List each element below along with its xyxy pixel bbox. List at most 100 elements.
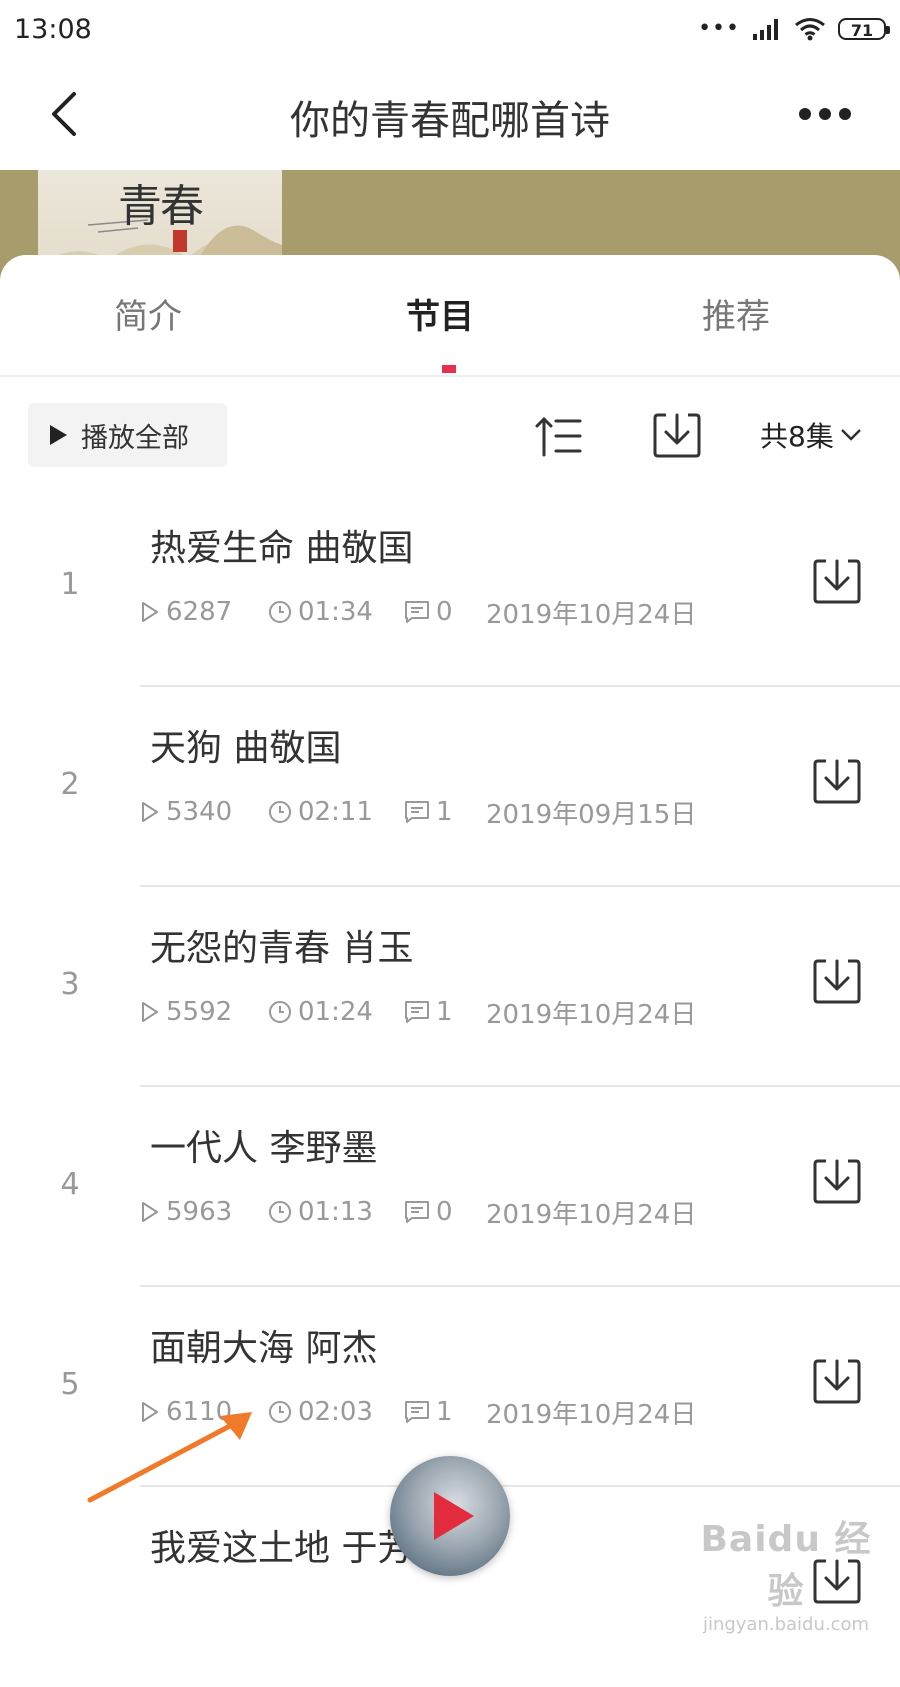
tab-intro[interactable]: 简介: [48, 289, 248, 338]
annotation-arrow: [87, 1412, 252, 1503]
status-time: 13:08: [14, 14, 92, 45]
episode-count-dropdown[interactable]: 共8集: [760, 415, 862, 455]
play-count: 5340: [140, 797, 268, 827]
status-icons: ••• 71: [698, 16, 890, 41]
duration-value: 02:03: [298, 1397, 373, 1427]
play-all-button[interactable]: 播放全部: [28, 403, 227, 467]
episode-number: [40, 1483, 100, 1687]
duration-value: 01:24: [298, 997, 373, 1027]
episode-download-button[interactable]: [812, 955, 862, 1005]
episode-title: 无怨的青春 肖玉: [150, 928, 414, 969]
play-icon: [434, 1492, 474, 1540]
episode-row[interactable]: 2 天狗 曲敬国 5340 02:11 1 2019年09月15日: [0, 683, 900, 887]
duration: 01:13: [268, 1197, 404, 1227]
publish-date: 2019年09月15日: [486, 799, 697, 830]
download-icon: [813, 1159, 861, 1204]
episode-meta: 5340 02:11 1 2019年09月15日: [140, 795, 697, 830]
episode-number: 1: [60, 567, 80, 602]
comment-count: 1: [404, 797, 486, 827]
status-bar: 13:08 ••• 71: [0, 0, 900, 62]
comment-count-value: 0: [436, 1197, 453, 1227]
episode-row[interactable]: 1 热爱生命 曲敬国 6287 01:34 0 2019年10月24日: [0, 483, 900, 687]
comment-icon: [405, 1201, 429, 1223]
more-dot: [839, 108, 851, 120]
clock-icon: [269, 1201, 291, 1223]
clock-icon: [269, 801, 291, 823]
more-dot: [799, 108, 811, 120]
episode-number: 2: [60, 767, 80, 802]
comment-count: 0: [404, 1197, 486, 1227]
clock-icon: [269, 1401, 291, 1423]
watermark-sub: jingyan.baidu.com: [702, 1614, 870, 1635]
header: 你的青春配哪首诗: [0, 62, 900, 170]
watermark-main: Baidu 经验: [700, 1519, 872, 1612]
clock-icon: [269, 1001, 291, 1023]
play-count-value: 5963: [166, 1197, 233, 1227]
cell-signal-icon: [753, 18, 778, 40]
episode-number: 3: [60, 967, 80, 1002]
episode-download-button[interactable]: [812, 1155, 862, 1205]
signal-dots-icon: •••: [698, 16, 740, 41]
publish-date: 2019年10月24日: [486, 1199, 697, 1230]
clock-icon: [269, 601, 291, 623]
episode-title: 天狗 曲敬国: [150, 728, 342, 769]
episode-title: 面朝大海 阿杰: [150, 1328, 378, 1369]
episode-title: 我爱这土地 于芳: [150, 1528, 414, 1569]
download-icon: [813, 559, 861, 604]
download-icon: [653, 413, 701, 458]
play-count: 6287: [140, 597, 268, 627]
comment-count: 1: [404, 997, 486, 1027]
tab-recommend[interactable]: 推荐: [636, 289, 836, 338]
duration-value: 01:34: [298, 597, 373, 627]
download-icon: [813, 759, 861, 804]
watermark: Baidu 经验 jingyan.baidu.com: [686, 1510, 886, 1635]
duration-value: 01:13: [298, 1197, 373, 1227]
play-count: 5963: [140, 1197, 268, 1227]
episode-title: 一代人 李野墨: [150, 1128, 378, 1169]
sort-button[interactable]: [534, 411, 584, 461]
active-tab-indicator: [442, 365, 456, 373]
episode-row[interactable]: 4 一代人 李野墨 5963 01:13 0 2019年10月24日: [0, 1083, 900, 1287]
comment-count-value: 0: [436, 597, 453, 627]
comment-icon: [405, 1001, 429, 1023]
episode-meta: 5963 01:13 0 2019年10月24日: [140, 1195, 697, 1230]
download-icon: [813, 1359, 861, 1404]
tab-programs[interactable]: 节目: [340, 289, 540, 338]
floating-mini-player[interactable]: [390, 1456, 510, 1576]
wifi-icon: [795, 17, 825, 40]
play-outline-icon: [142, 602, 158, 622]
comment-count-value: 1: [436, 1397, 453, 1427]
episode-download-button[interactable]: [812, 755, 862, 805]
play-count-value: 6287: [166, 597, 233, 627]
play-count-value: 5592: [166, 997, 233, 1027]
episode-number: 4: [60, 1167, 80, 1202]
comment-count-value: 1: [436, 797, 453, 827]
comment-count: 0: [404, 597, 486, 627]
duration: 01:34: [268, 597, 404, 627]
duration: 01:24: [268, 997, 404, 1027]
play-outline-icon: [142, 802, 158, 822]
episode-meta: 5592 01:24 1 2019年10月24日: [140, 995, 697, 1030]
more-button[interactable]: [790, 84, 860, 144]
play-count-value: 5340: [166, 797, 233, 827]
sort-order-icon: [535, 416, 582, 457]
publish-date: 2019年10月24日: [486, 999, 697, 1030]
episode-meta: 6287 01:34 0 2019年10月24日: [140, 595, 696, 630]
publish-date: 2019年10月24日: [486, 1399, 697, 1430]
comment-icon: [405, 601, 429, 623]
play-all-label: 播放全部: [81, 422, 189, 454]
episode-count-label: 共8集: [760, 420, 834, 453]
more-dot: [819, 108, 831, 120]
cover-title: 青春: [118, 181, 204, 232]
episode-row[interactable]: 3 无怨的青春 肖玉 5592 01:24 1 2019年10月24日: [0, 883, 900, 1087]
download-all-button[interactable]: [652, 409, 702, 459]
play-count: 5592: [140, 997, 268, 1027]
battery-indicator: 71: [838, 17, 890, 40]
play-outline-icon: [142, 1202, 158, 1222]
chevron-down-icon: [840, 429, 861, 441]
download-icon: [813, 959, 861, 1004]
comment-count-value: 1: [436, 997, 453, 1027]
episode-download-button[interactable]: [812, 555, 862, 605]
comment-count: 1: [404, 1397, 486, 1427]
episode-download-button[interactable]: [812, 1355, 862, 1405]
